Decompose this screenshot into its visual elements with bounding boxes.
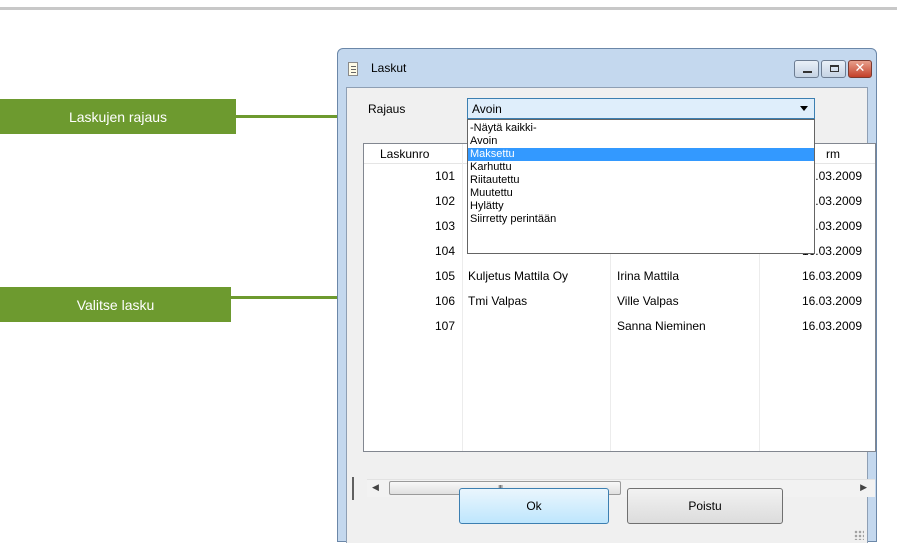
filter-option[interactable]: Hylätty — [468, 200, 814, 213]
cell-number: 105 — [434, 269, 455, 283]
callout-select: Valitse lasku — [0, 287, 231, 322]
window-title: Laskut — [371, 61, 407, 75]
resize-grip-icon[interactable] — [854, 530, 864, 540]
cell-date: 16.03.2009 — [801, 269, 862, 283]
cell-number: 104 — [434, 244, 455, 258]
grid-splitter[interactable] — [352, 477, 354, 500]
close-button[interactable]: ✕ — [848, 60, 872, 78]
filter-option[interactable]: Karhuttu — [468, 161, 814, 174]
cell-number: 107 — [434, 319, 455, 333]
close-icon: ✕ — [854, 61, 866, 76]
minimize-icon — [803, 71, 812, 73]
minimize-button[interactable] — [794, 60, 819, 78]
filter-option[interactable]: Muutettu — [468, 187, 814, 200]
cell-number: 102 — [434, 194, 455, 208]
filter-combobox[interactable]: Avoin — [467, 98, 815, 119]
filter-option[interactable]: Avoin — [468, 135, 814, 148]
filter-combobox-value: Avoin — [472, 102, 502, 116]
ok-button[interactable]: Ok — [459, 488, 609, 524]
table-row[interactable]: 107 Sanna Nieminen 16.03.2009 — [364, 314, 875, 339]
table-row[interactable]: 105 Kuljetus Mattila Oy Irina Mattila 16… — [364, 264, 875, 289]
cell-number: 101 — [434, 169, 455, 183]
exit-button[interactable]: Poistu — [627, 488, 783, 524]
filter-option-selected[interactable]: Maksettu — [468, 148, 814, 161]
cell-number: 103 — [434, 219, 455, 233]
table-row[interactable]: 106 Tmi Valpas Ville Valpas 16.03.2009 — [364, 289, 875, 314]
filter-option[interactable]: -Näytä kaikki- — [468, 122, 814, 135]
column-header-number[interactable]: Laskunro — [380, 147, 429, 161]
top-divider — [0, 7, 897, 10]
cell-number: 106 — [434, 294, 455, 308]
horizontal-scrollbar[interactable]: ◀ III ▶ — [367, 479, 875, 497]
cell-contact: Sanna Nieminen — [617, 319, 706, 333]
column-header-date[interactable]: rm — [826, 147, 840, 161]
cell-contact: Ville Valpas — [617, 294, 679, 308]
cell-date: 16.03.2009 — [801, 319, 862, 333]
scroll-right-icon[interactable]: ▶ — [860, 483, 867, 493]
title-bar[interactable]: Laskut ✕ — [338, 49, 876, 89]
cell-customer: Kuljetus Mattila Oy — [468, 269, 569, 283]
scroll-left-icon[interactable]: ◀ — [372, 483, 379, 493]
maximize-button[interactable] — [821, 60, 846, 78]
laskut-window: Laskut ✕ Rajaus Avoin Laskunro rm 101 16… — [337, 48, 877, 543]
filter-option[interactable]: Siirretty perintään — [468, 213, 814, 226]
window-client-area: Rajaus Avoin Laskunro rm 101 16.03.2009 … — [346, 87, 876, 543]
window-app-icon — [348, 62, 358, 76]
filter-option[interactable]: Riitautettu — [468, 174, 814, 187]
cell-date: 16.03.2009 — [801, 294, 862, 308]
filter-label: Rajaus — [368, 102, 406, 116]
maximize-icon — [830, 65, 839, 72]
cell-customer: Tmi Valpas — [468, 294, 528, 308]
callout-filter: Laskujen rajaus — [0, 99, 236, 134]
cell-contact: Irina Mattila — [617, 269, 680, 283]
chevron-down-icon[interactable] — [800, 106, 808, 111]
filter-dropdown-list[interactable]: -Näytä kaikki- Avoin Maksettu Karhuttu R… — [467, 119, 815, 254]
